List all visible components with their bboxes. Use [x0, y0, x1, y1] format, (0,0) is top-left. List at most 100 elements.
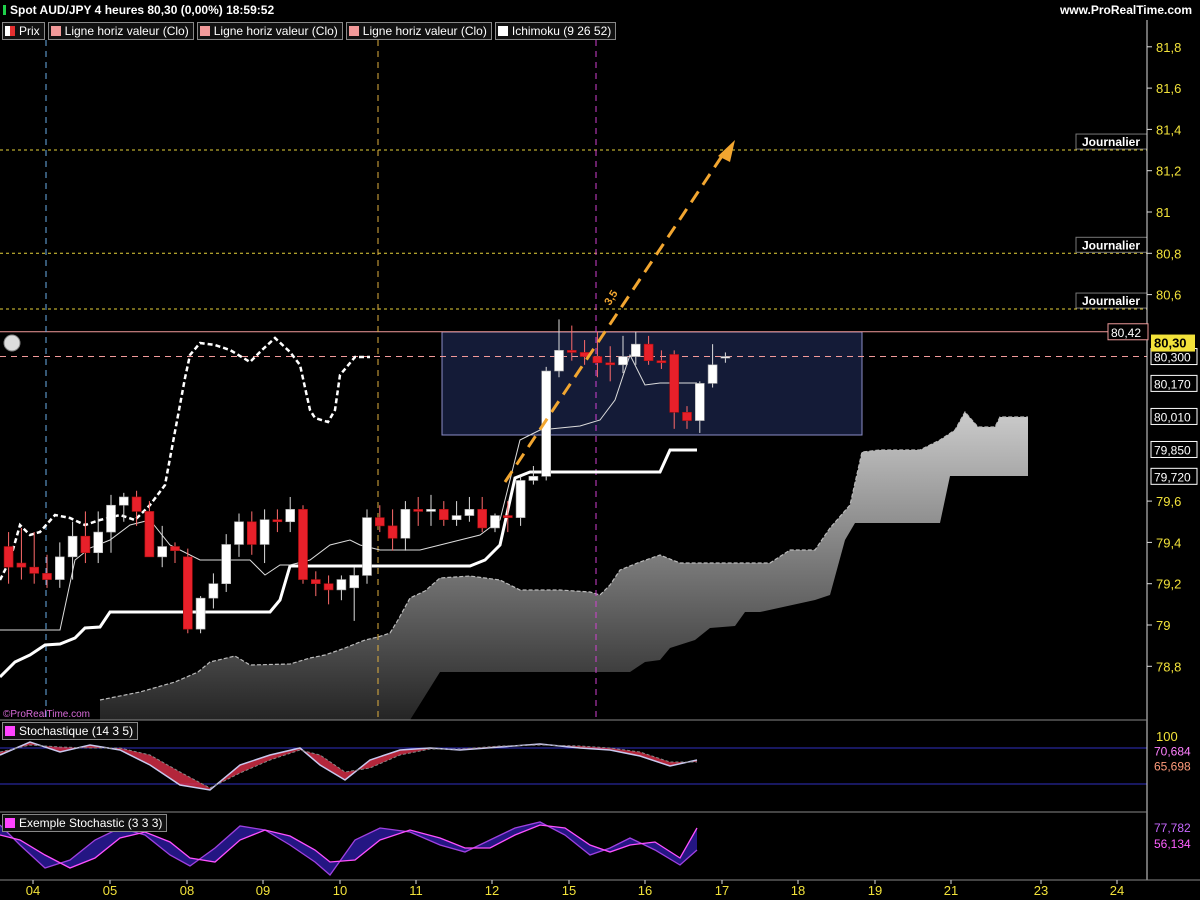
price-label: 80,010 — [1154, 410, 1191, 424]
candle-body — [643, 343, 654, 361]
candle-body — [618, 356, 628, 366]
time-tick-label: 16 — [638, 883, 652, 898]
price-tick-label: 81,4 — [1156, 122, 1181, 137]
candle-body — [183, 556, 193, 630]
time-tick-label: 04 — [26, 883, 40, 898]
exemple-value-label: 56,134 — [1154, 837, 1191, 851]
price-label: 80,170 — [1154, 377, 1191, 391]
candle-body — [566, 350, 577, 353]
candle-body — [221, 544, 231, 585]
candle-body — [554, 350, 564, 372]
price-tick-label: 79,6 — [1156, 494, 1181, 509]
price-label: 79,720 — [1154, 470, 1191, 484]
legend-item-ichimoku[interactable]: Ichimoku (9 26 52) — [494, 22, 617, 40]
stoch-value-label: 70,684 — [1154, 745, 1191, 759]
price-tick-label: 81,8 — [1156, 40, 1181, 55]
time-tick-label: 10 — [333, 883, 347, 898]
candle-body — [464, 509, 475, 516]
legend-label: Exemple Stochastic (3 3 3) — [19, 816, 163, 830]
legend-item-price[interactable]: Prix — [2, 22, 45, 40]
price-label: 79,850 — [1154, 443, 1191, 457]
candle-body — [54, 556, 65, 580]
time-tick-label: 11 — [409, 883, 423, 898]
legend-label: Ligne horiz valeur (Clo) — [213, 24, 338, 38]
candle-body — [707, 364, 718, 384]
time-tick-label: 15 — [562, 883, 576, 898]
candle-body — [349, 575, 360, 589]
candle-body — [247, 521, 257, 545]
price-chart[interactable]: JournalierJournalierJournalier3,5 81,881… — [0, 0, 1200, 900]
price-tick-label: 79,2 — [1156, 577, 1181, 592]
candle-body — [592, 356, 603, 364]
candle-body — [605, 362, 616, 366]
legend-swatch — [497, 26, 508, 36]
candle-body — [170, 546, 180, 551]
legend-item-hline-2[interactable]: Ligne horiz valeur (Clo) — [196, 22, 343, 40]
candle-body — [477, 509, 488, 529]
candle-body — [528, 476, 539, 481]
last-price-label: 80,30 — [1154, 336, 1187, 351]
candle-body — [93, 531, 103, 554]
candle-body — [387, 525, 398, 539]
chart-icon — [3, 334, 21, 352]
candle-body — [720, 356, 731, 359]
legend-swatch — [5, 726, 15, 736]
candle-body — [694, 383, 705, 421]
legend-swatch — [348, 26, 359, 36]
candle-body — [298, 509, 308, 580]
time-tick-label: 24 — [1110, 883, 1124, 898]
time-tick-label: 23 — [1034, 883, 1048, 898]
time-tick-label: 09 — [256, 883, 270, 898]
time-tick-label: 08 — [180, 883, 194, 898]
candle-body — [451, 515, 462, 520]
watermark: ©ProRealTime.com — [3, 709, 91, 720]
legend-label: Ichimoku (9 26 52) — [511, 24, 612, 38]
legend-item-hline-3[interactable]: Ligne horiz valeur (Clo) — [345, 22, 492, 40]
legend-item-exemple-stochastic[interactable]: Exemple Stochastic (3 3 3) — [2, 814, 168, 832]
legend-item-hline-1[interactable]: Ligne horiz valeur (Clo) — [47, 22, 194, 40]
legend-label: Ligne horiz valeur (Clo) — [64, 24, 189, 38]
price-label: 80,300 — [1154, 351, 1191, 365]
exemple-value-label: 77,782 — [1154, 821, 1191, 835]
site-link[interactable]: www.ProRealTime.com — [1060, 0, 1192, 20]
candle-body — [502, 515, 513, 518]
price-tick-label: 79,4 — [1156, 535, 1181, 550]
legend-swatch — [199, 26, 210, 36]
candle-body — [195, 597, 206, 630]
price-tick-label: 81 — [1156, 205, 1170, 220]
candle-body — [208, 583, 219, 599]
legend-swatch — [50, 26, 61, 36]
candle-body — [285, 509, 296, 523]
time-tick-label: 12 — [485, 883, 499, 898]
candle-body — [80, 535, 91, 554]
price-tick-label: 80,6 — [1156, 288, 1181, 303]
price-tick-label: 80,8 — [1156, 246, 1181, 261]
candle-body — [669, 354, 680, 413]
candle-body — [490, 515, 500, 529]
candle-body — [106, 504, 116, 533]
price-tick-label: 79 — [1156, 618, 1170, 633]
legend-label: Stochastique (14 3 5) — [19, 724, 134, 738]
time-tick-label: 18 — [791, 883, 805, 898]
journalier-label: Journalier — [1082, 238, 1140, 252]
main-legend: Prix Ligne horiz valeur (Clo) Ligne hori… — [2, 22, 617, 40]
candle-body — [42, 573, 52, 580]
candle-body — [682, 412, 692, 421]
candle-body — [310, 579, 321, 585]
price-tick-label: 81,6 — [1156, 81, 1181, 96]
legend-label: Ligne horiz valeur (Clo) — [362, 24, 487, 38]
candle-body — [131, 496, 142, 512]
journalier-label: Journalier — [1082, 294, 1140, 308]
price-tick-label: 81,2 — [1156, 164, 1181, 179]
candle-body — [3, 546, 14, 568]
candle-body — [119, 496, 129, 506]
time-tick-label: 05 — [103, 883, 117, 898]
candle-body — [234, 521, 244, 545]
candle-body — [29, 566, 40, 574]
candle-body — [144, 511, 155, 558]
candle-body — [400, 509, 411, 539]
time-tick-label: 17 — [715, 883, 729, 898]
candle-body — [362, 517, 372, 576]
legend-item-stochastique[interactable]: Stochastique (14 3 5) — [2, 722, 139, 740]
legend-swatch — [5, 818, 15, 828]
